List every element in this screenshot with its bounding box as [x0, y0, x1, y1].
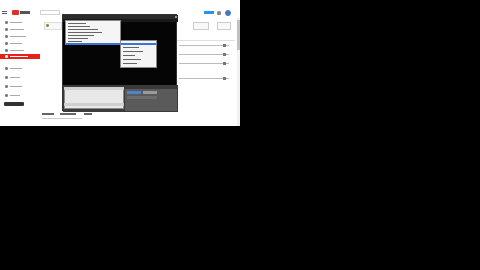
sidebar-row-icon[interactable]: [223, 44, 226, 47]
menu-item[interactable]: [68, 35, 94, 36]
scrollbar-thumb[interactable]: [237, 20, 240, 50]
channel-icon: [5, 28, 8, 31]
channel-avatar-icon: [5, 76, 8, 79]
channel-avatar-icon: [5, 94, 8, 97]
timeline-toolbar[interactable]: [64, 103, 124, 106]
guide-item-sub-3[interactable]: [0, 84, 40, 89]
status-dot-icon: [46, 24, 49, 27]
hamburger-icon[interactable]: [2, 11, 7, 14]
menu-item[interactable]: [68, 29, 98, 30]
sidebar-row-icon[interactable]: [223, 53, 226, 56]
right-sidebar: [177, 18, 240, 126]
guide-item-label: [10, 86, 22, 87]
play-logo-icon[interactable]: [12, 10, 19, 15]
submenu-item[interactable]: [123, 55, 135, 56]
guide-item-label: [10, 22, 22, 23]
tab-three[interactable]: [84, 113, 92, 115]
upload-button[interactable]: [204, 11, 214, 14]
sidebar-secondary-button[interactable]: [217, 22, 231, 30]
menu-item[interactable]: [68, 32, 102, 33]
guide-item-sub-4[interactable]: [0, 93, 40, 98]
below-tabs: [42, 113, 102, 117]
guide-item-label: [10, 68, 22, 69]
guide-item-label: [10, 56, 28, 57]
guide-item-watch-later[interactable]: [0, 48, 40, 53]
submenu-item[interactable]: [123, 59, 141, 60]
home-icon: [5, 21, 8, 24]
guide-item-home[interactable]: [0, 20, 40, 25]
left-guide: [0, 18, 40, 126]
guide-item-label: [10, 43, 22, 44]
channel-avatar-icon: [5, 67, 8, 70]
tab-two[interactable]: [60, 113, 76, 115]
logo-wordmark[interactable]: [20, 11, 30, 14]
submenu-item[interactable]: [123, 47, 139, 48]
guide-item-subscriptions[interactable]: [0, 34, 40, 39]
menu-item[interactable]: [68, 26, 90, 27]
guide-item-sub-1[interactable]: [0, 66, 40, 71]
sidebar-row[interactable]: [179, 45, 229, 46]
list-icon: [5, 55, 8, 58]
submenu-item[interactable]: [123, 63, 137, 64]
avatar[interactable]: [225, 10, 231, 16]
menu-item[interactable]: [68, 23, 86, 24]
clock-icon: [5, 49, 8, 52]
bell-icon[interactable]: [217, 11, 221, 15]
tab-one[interactable]: [42, 113, 54, 115]
guide-item-active[interactable]: [0, 54, 40, 59]
guide-item-label: [10, 29, 24, 30]
sidebar-row-icon[interactable]: [223, 62, 226, 65]
dialog-secondary-button[interactable]: [143, 91, 157, 94]
menu-item[interactable]: [68, 38, 88, 39]
guide-item-sub-2[interactable]: [0, 75, 40, 80]
menu-item-highlighted[interactable]: [66, 43, 120, 45]
history-icon: [5, 42, 8, 45]
search-input[interactable]: [40, 10, 60, 15]
submenu-item-highlighted[interactable]: [121, 43, 156, 45]
context-menu: [65, 20, 121, 45]
sidebar-row[interactable]: [179, 63, 229, 64]
sidebar-row[interactable]: [179, 54, 229, 55]
guide-item-label: [10, 36, 26, 37]
guide-item-channel[interactable]: [0, 27, 40, 32]
sidebar-row[interactable]: [179, 78, 229, 79]
close-icon[interactable]: [175, 16, 177, 18]
subscriptions-icon: [5, 35, 8, 38]
sidebar-row-icon[interactable]: [223, 77, 226, 80]
dialog-field[interactable]: [127, 96, 157, 99]
guide-item-label: [10, 95, 20, 96]
guide-browse-button[interactable]: [4, 102, 24, 106]
dialog-primary-button[interactable]: [127, 91, 141, 94]
guide-item-label: [10, 77, 20, 78]
timeline-header: [64, 87, 124, 90]
divider: [177, 40, 235, 41]
guide-item-history[interactable]: [0, 41, 40, 46]
channel-avatar-icon: [5, 85, 8, 88]
sidebar-action-button[interactable]: [193, 22, 209, 30]
divider: [42, 118, 82, 119]
submenu: [120, 40, 157, 68]
guide-item-label: [10, 50, 24, 51]
menu-item[interactable]: [68, 41, 82, 42]
submenu-item[interactable]: [123, 51, 143, 52]
